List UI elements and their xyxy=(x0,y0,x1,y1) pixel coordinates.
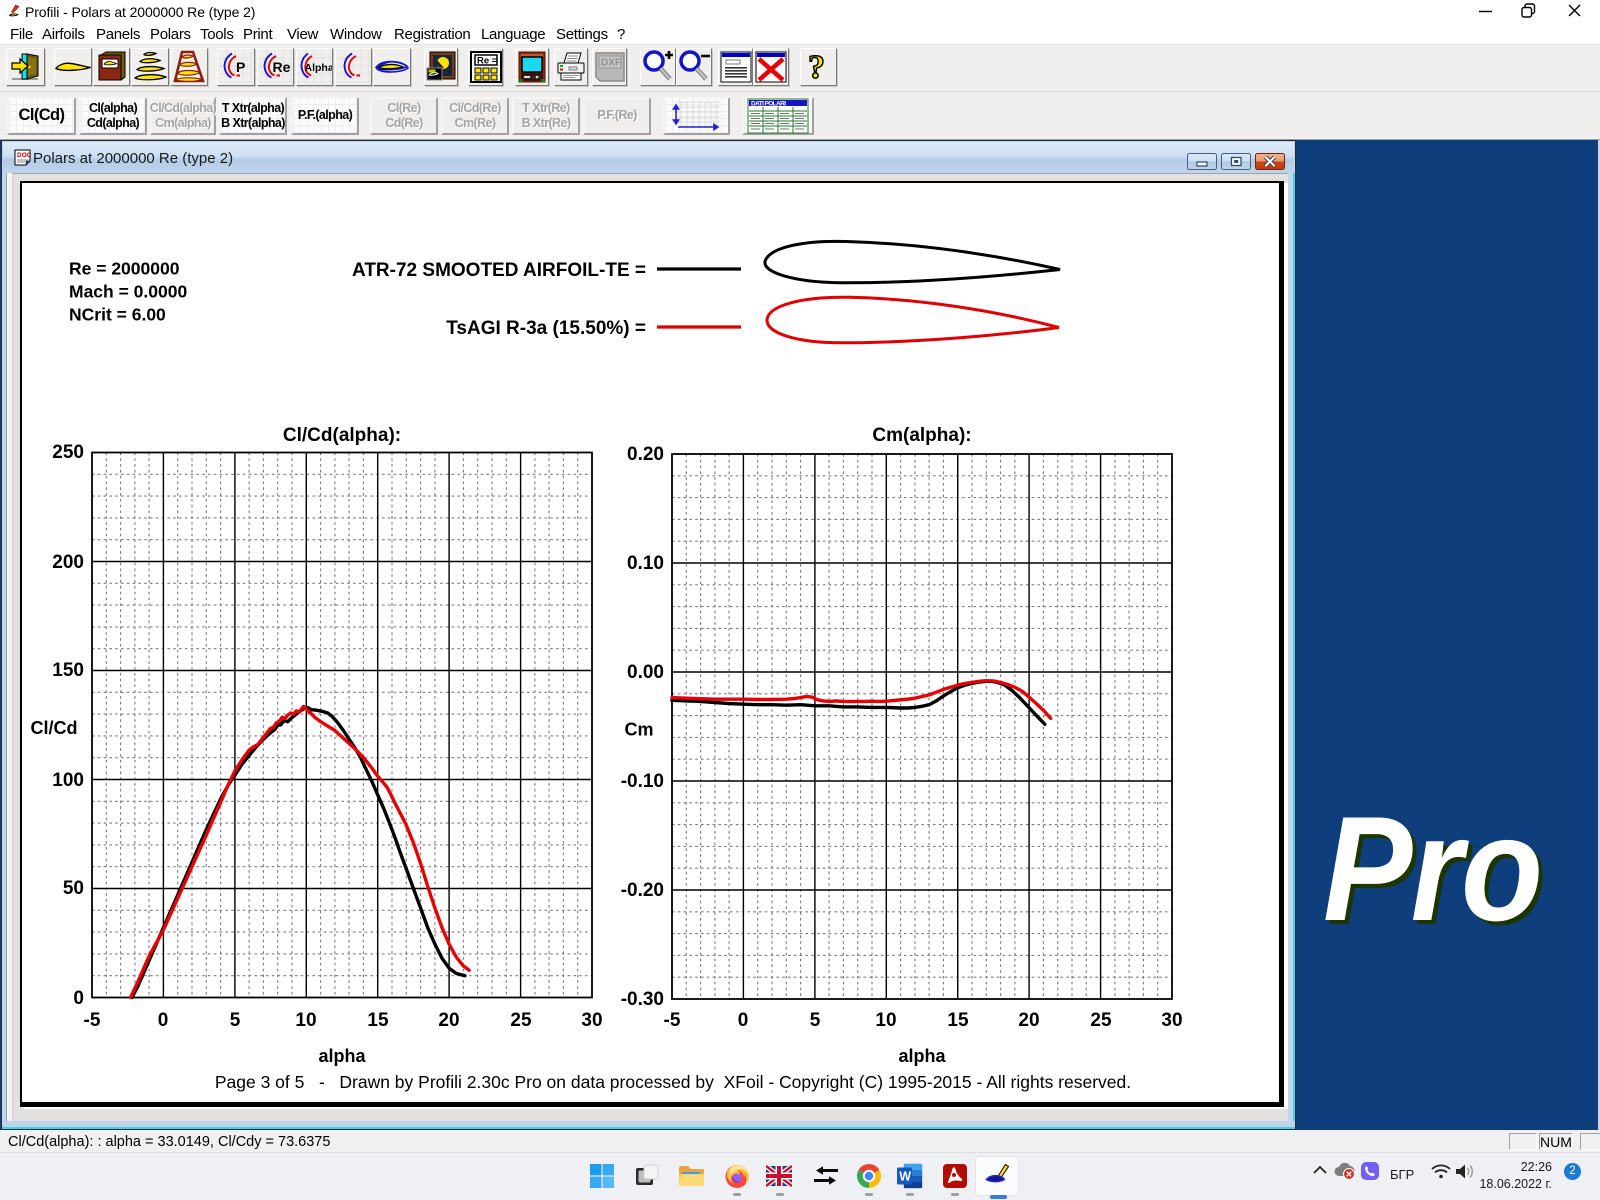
svg-text:20: 20 xyxy=(438,1010,459,1031)
svg-text:-5: -5 xyxy=(84,1010,101,1031)
svg-text:DOC: DOC xyxy=(17,152,31,159)
svg-text:10: 10 xyxy=(875,1010,896,1031)
svg-text:150: 150 xyxy=(52,660,84,681)
svg-text:25: 25 xyxy=(510,1010,532,1031)
svg-text:-0.10: -0.10 xyxy=(621,771,664,792)
svg-text:W: W xyxy=(899,1170,911,1184)
svg-text:Cl/Cd(alpha):: Cl/Cd(alpha): xyxy=(283,425,401,446)
svg-text:Alpha: Alpha xyxy=(304,62,332,74)
svg-text:NCrit = 6.00: NCrit = 6.00 xyxy=(69,305,166,325)
svg-text:?: ? xyxy=(808,49,825,85)
svg-text:Re =: Re = xyxy=(477,56,498,67)
svg-text:5: 5 xyxy=(810,1010,821,1031)
svg-text:-5: -5 xyxy=(664,1010,681,1031)
svg-text:0: 0 xyxy=(73,988,84,1009)
svg-text:Cl/Cd: Cl/Cd xyxy=(31,718,78,738)
svg-text:-0.20: -0.20 xyxy=(621,880,664,901)
svg-text:15: 15 xyxy=(367,1010,389,1031)
svg-text:0: 0 xyxy=(158,1010,169,1031)
svg-text:250: 250 xyxy=(52,442,84,463)
svg-text:alpha: alpha xyxy=(318,1046,366,1066)
svg-text:ATR-72 SMOOTED AIRFOIL-TE =: ATR-72 SMOOTED AIRFOIL-TE = xyxy=(352,260,646,281)
svg-text:0.20: 0.20 xyxy=(627,444,664,465)
svg-text:50: 50 xyxy=(63,878,84,899)
svg-text:Mach = 0.0000: Mach = 0.0000 xyxy=(69,282,187,302)
svg-text:Re: Re xyxy=(272,59,290,75)
svg-text:25: 25 xyxy=(1090,1010,1112,1031)
svg-text:P: P xyxy=(236,59,245,75)
svg-text:30: 30 xyxy=(1161,1010,1182,1031)
svg-text:Re = 2000000: Re = 2000000 xyxy=(69,259,180,279)
svg-text:0: 0 xyxy=(738,1010,749,1031)
svg-text:DXF: DXF xyxy=(601,58,621,69)
svg-text:-0.30: -0.30 xyxy=(621,989,664,1010)
svg-text:200: 200 xyxy=(52,552,84,573)
svg-text:15: 15 xyxy=(947,1010,969,1031)
svg-text:30: 30 xyxy=(581,1010,602,1031)
svg-text:10: 10 xyxy=(295,1010,316,1031)
svg-text:0.00: 0.00 xyxy=(627,662,664,683)
svg-text:20: 20 xyxy=(1018,1010,1039,1031)
svg-text:Cm(alpha):: Cm(alpha): xyxy=(872,425,971,446)
svg-text:Page 3 of 5 - Drawn by Pro: Page 3 of 5 - Drawn by Profili 2.30c Pro… xyxy=(215,1072,1131,1092)
svg-text:5: 5 xyxy=(230,1010,241,1031)
svg-text:TsAGI R-3a (15.50%) =: TsAGI R-3a (15.50%) = xyxy=(446,318,646,339)
svg-text:Cm: Cm xyxy=(624,720,653,740)
svg-text:0.10: 0.10 xyxy=(627,553,664,574)
svg-text:100: 100 xyxy=(52,770,84,791)
svg-text:alpha: alpha xyxy=(898,1046,946,1066)
svg-text:DATI POLARI: DATI POLARI xyxy=(751,101,786,108)
